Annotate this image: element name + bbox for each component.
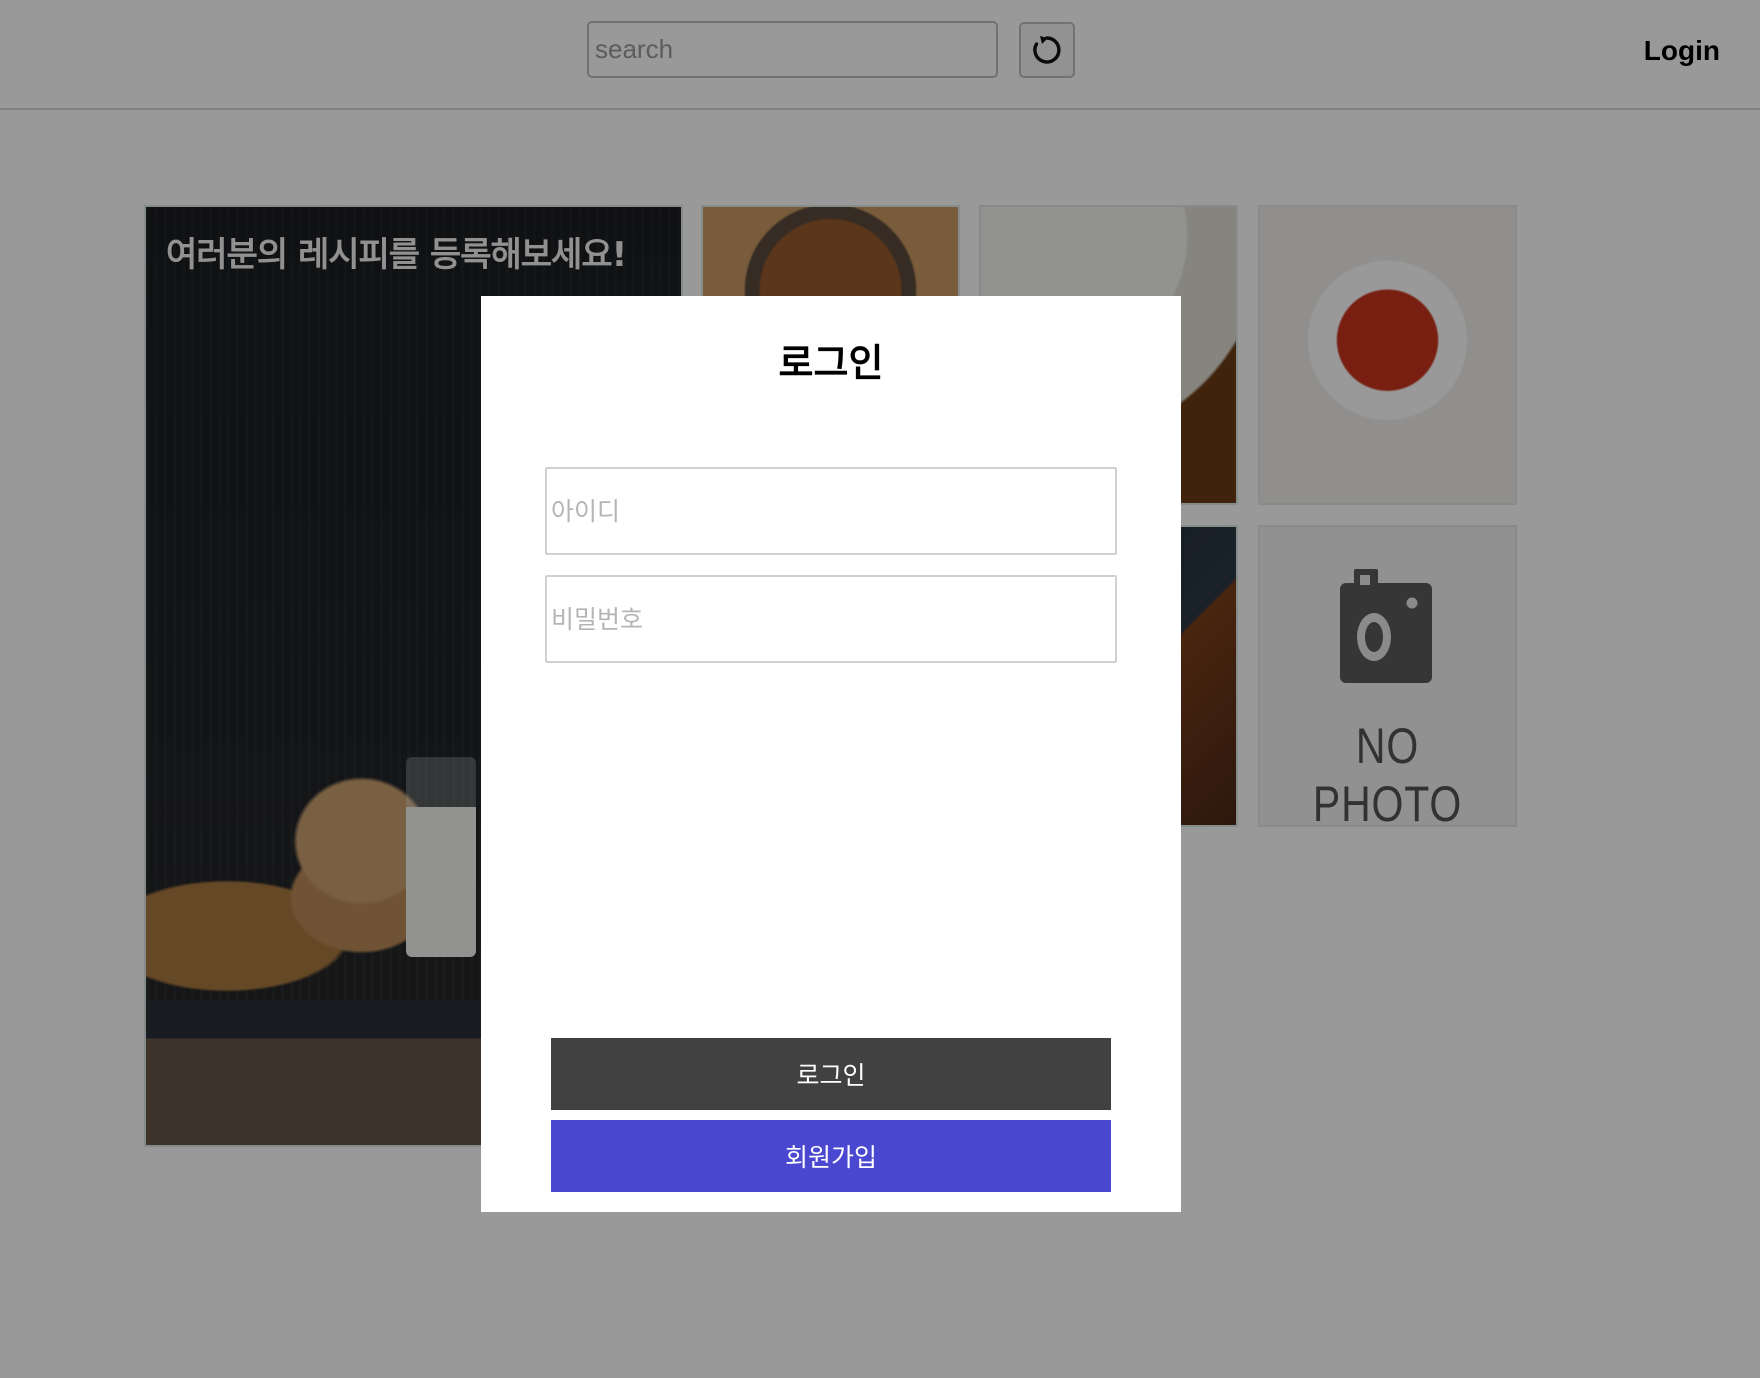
signup-button[interactable]: 회원가입 [551,1120,1111,1192]
modal-title: 로그인 [778,341,884,385]
password-field[interactable] [545,575,1117,663]
login-modal: 로그인 로그인 회원가입 [481,296,1181,1212]
id-field[interactable] [545,467,1117,555]
login-button[interactable]: 로그인 [551,1038,1111,1110]
